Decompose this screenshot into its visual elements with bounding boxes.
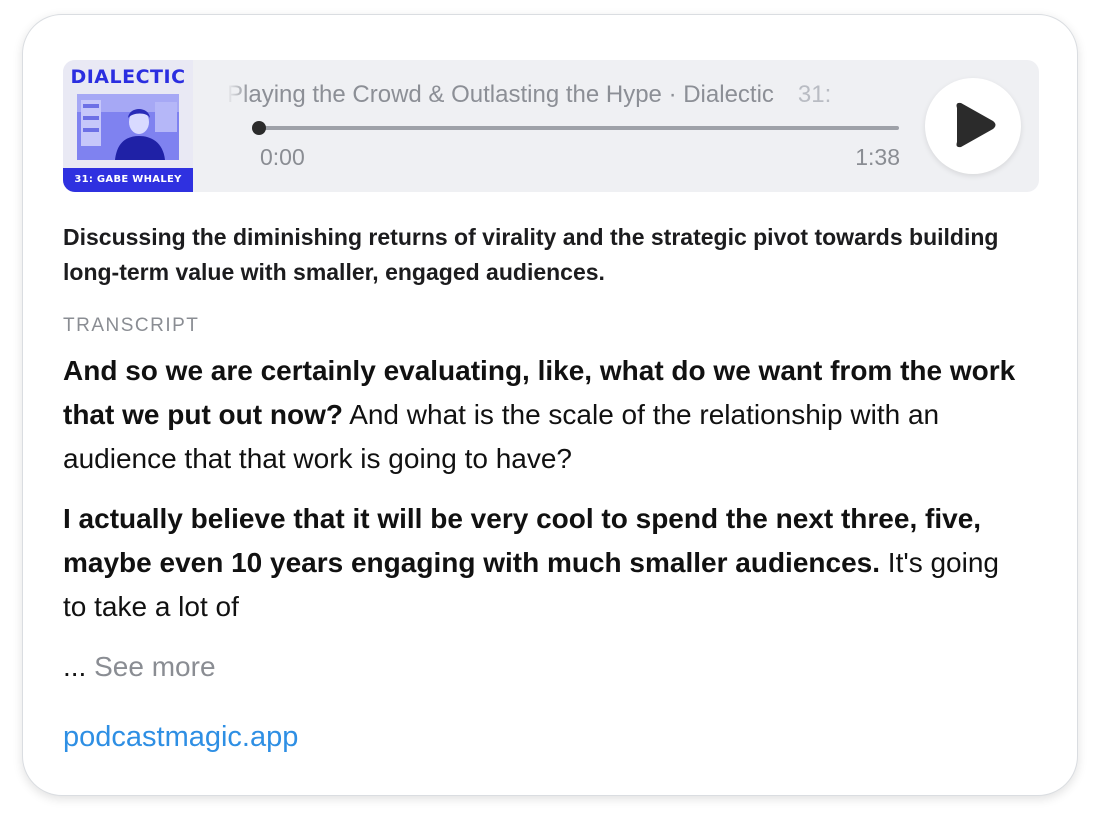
transcript-label: TRANSCRIPT [63,315,200,336]
transcript-paragraph: I actually believe that it will be very … [63,497,1023,629]
podcast-card: DIALECTIC 31: GABE WHALEY Playing the Cr… [22,14,1078,796]
marquee-fade [227,78,249,112]
see-more-row: ... See more [63,647,216,687]
cover-title: DIALECTIC [70,66,186,88]
cover-episode-band: 31: GABE WHALEY [63,168,193,192]
play-icon [956,102,996,148]
episode-title-repeat: 31: G [797,81,838,108]
guest-photo [77,94,179,160]
transcript-highlight: I actually believe that it will be very … [63,503,982,578]
episode-title-marquee: Playing the Crowd & Outlasting the Hype … [227,78,838,112]
transcript-paragraph: And so we are certainly evaluating, like… [63,349,1023,481]
ellipsis: ... [63,651,87,682]
progress-thumb[interactable] [252,121,266,135]
progress-slider[interactable] [252,121,899,135]
audio-player: DIALECTIC 31: GABE WHALEY Playing the Cr… [63,60,1039,192]
episode-cover-art: DIALECTIC 31: GABE WHALEY [63,60,193,192]
see-more-link[interactable]: See more [94,651,215,682]
episode-title: Playing the Crowd & Outlasting the Hype … [227,81,774,108]
duration: 1:38 [855,144,900,170]
episode-description: Discussing the diminishing returns of vi… [63,224,999,285]
play-button[interactable] [925,78,1021,174]
source-link[interactable]: podcastmagic.app [63,717,298,757]
current-time: 0:00 [260,144,305,170]
